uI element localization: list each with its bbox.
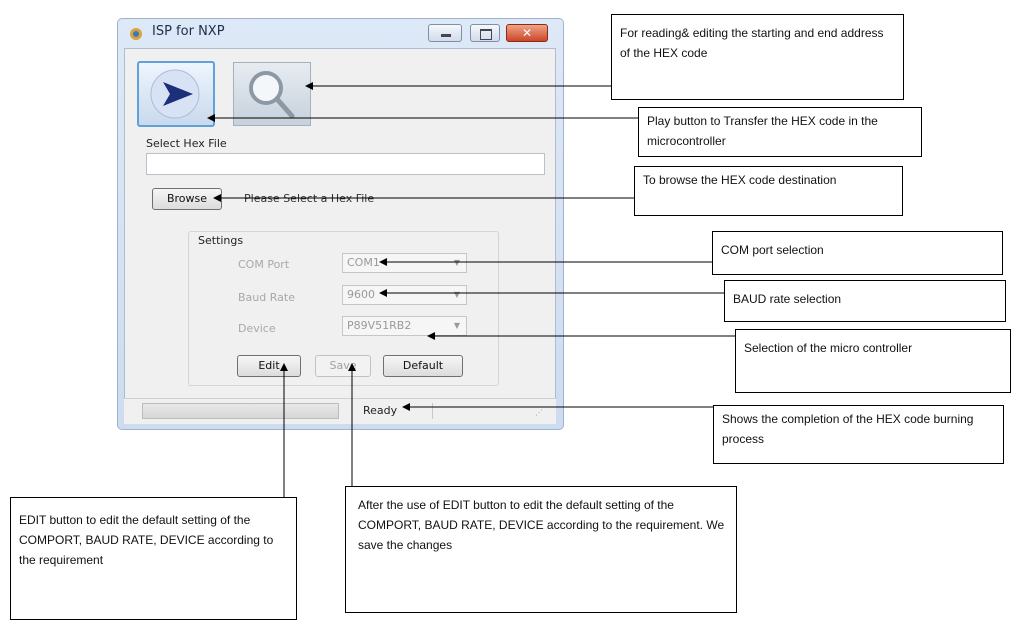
annotation-arrows (207, 82, 735, 497)
